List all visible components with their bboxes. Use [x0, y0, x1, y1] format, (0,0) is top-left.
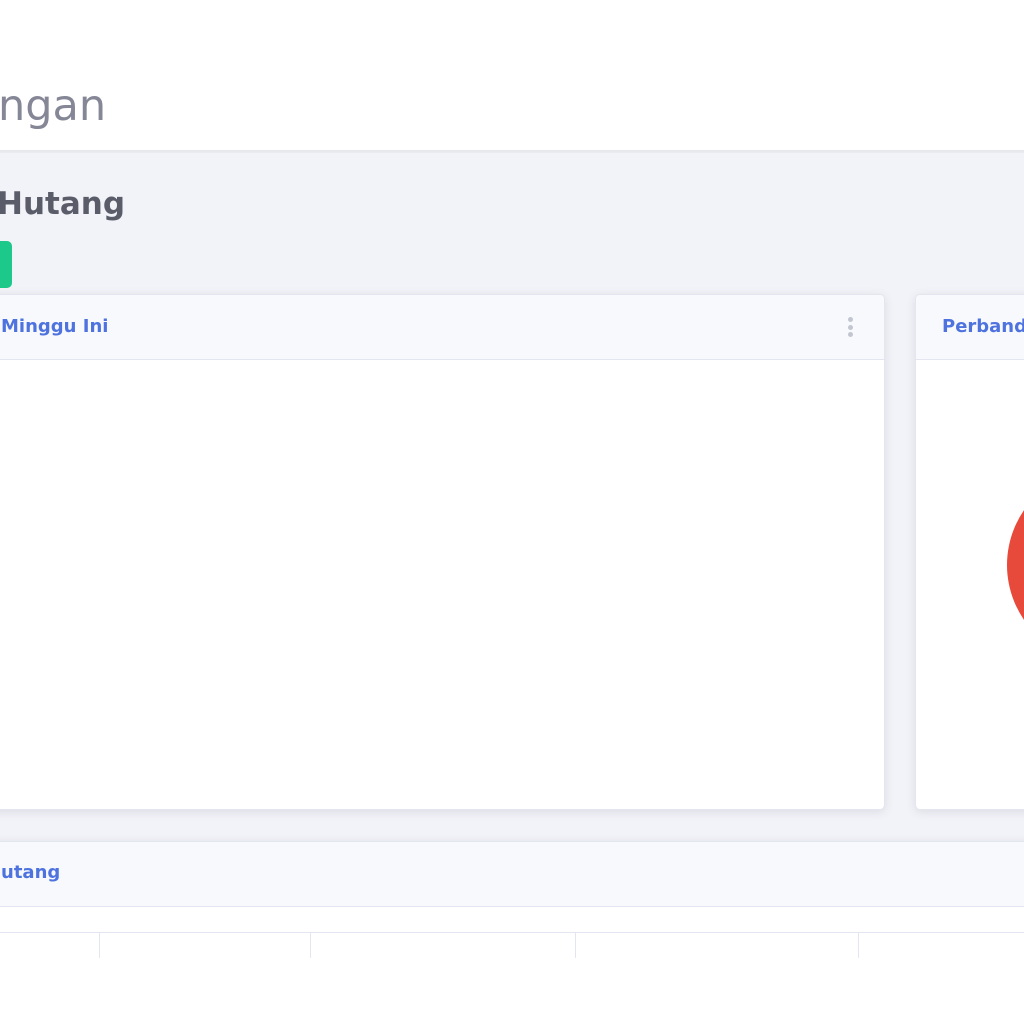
section-title: Hutang [0, 186, 126, 222]
comparison-chart-card: Perbandi [915, 294, 1024, 810]
comparison-pie-chart [916, 360, 1024, 809]
weekly-chart-area [0, 360, 884, 809]
add-debt-button[interactable] [0, 241, 12, 288]
table-column-header[interactable] [0, 933, 100, 958]
weekly-card-header: Minggu Ini [0, 295, 884, 360]
page: ngan Hutang Minggu Ini Perbandi [0, 0, 1024, 1024]
pie-slice[interactable] [1007, 468, 1024, 662]
pie-chart-svg [1007, 468, 1024, 662]
comparison-card-header: Perbandi [916, 295, 1024, 360]
table-column-header[interactable] [576, 933, 859, 958]
table-column-header[interactable] [311, 933, 576, 958]
page-header: ngan [0, 0, 1024, 153]
table-card-header: utang [0, 842, 1024, 907]
bottom-area [0, 958, 1024, 1024]
table-header-row [0, 932, 1024, 958]
debt-table-card: utang [0, 841, 1024, 958]
table-column-header[interactable] [100, 933, 311, 958]
page-title: ngan [0, 81, 107, 131]
weekly-chart-card: Minggu Ini [0, 294, 885, 810]
comparison-card-title: Perbandi [942, 316, 1024, 337]
weekly-card-title: Minggu Ini [1, 316, 109, 337]
table-column-header[interactable] [859, 933, 1024, 958]
main-content: Hutang Minggu Ini Perbandi ut [0, 153, 1024, 958]
more-options-icon[interactable] [844, 317, 856, 337]
table-card-title: utang [1, 862, 61, 883]
